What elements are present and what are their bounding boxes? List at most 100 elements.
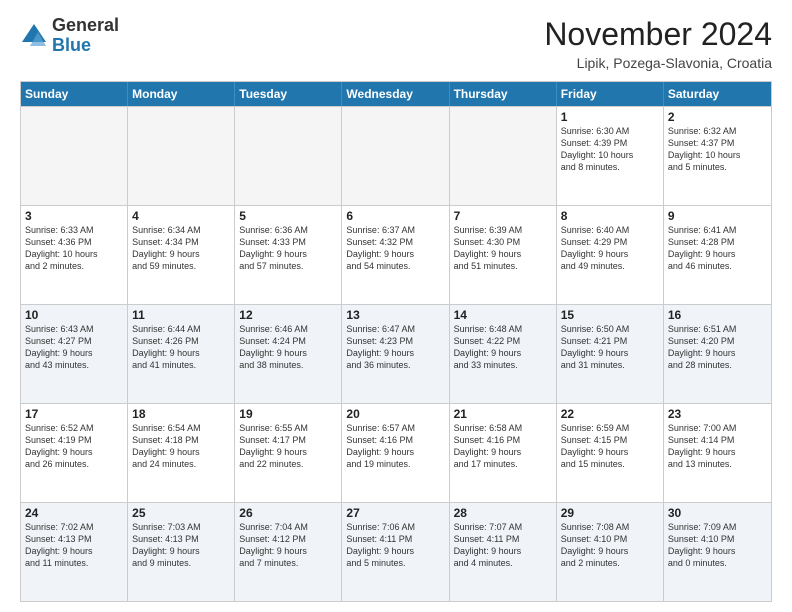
day-info: Sunrise: 6:44 AM Sunset: 4:26 PM Dayligh… <box>132 323 230 372</box>
logo-icon <box>20 22 48 50</box>
calendar-cell: 2Sunrise: 6:32 AM Sunset: 4:37 PM Daylig… <box>664 107 771 205</box>
day-number: 21 <box>454 407 552 421</box>
calendar-cell: 16Sunrise: 6:51 AM Sunset: 4:20 PM Dayli… <box>664 305 771 403</box>
calendar-cell: 29Sunrise: 7:08 AM Sunset: 4:10 PM Dayli… <box>557 503 664 601</box>
calendar-cell: 6Sunrise: 6:37 AM Sunset: 4:32 PM Daylig… <box>342 206 449 304</box>
day-info: Sunrise: 6:41 AM Sunset: 4:28 PM Dayligh… <box>668 224 767 273</box>
calendar-cell: 12Sunrise: 6:46 AM Sunset: 4:24 PM Dayli… <box>235 305 342 403</box>
calendar-cell <box>450 107 557 205</box>
logo-general: General <box>52 15 119 35</box>
calendar-cell: 1Sunrise: 6:30 AM Sunset: 4:39 PM Daylig… <box>557 107 664 205</box>
day-info: Sunrise: 6:33 AM Sunset: 4:36 PM Dayligh… <box>25 224 123 273</box>
page: General Blue November 2024 Lipik, Pozega… <box>0 0 792 612</box>
day-number: 15 <box>561 308 659 322</box>
day-info: Sunrise: 6:46 AM Sunset: 4:24 PM Dayligh… <box>239 323 337 372</box>
day-info: Sunrise: 6:55 AM Sunset: 4:17 PM Dayligh… <box>239 422 337 471</box>
day-info: Sunrise: 6:39 AM Sunset: 4:30 PM Dayligh… <box>454 224 552 273</box>
calendar-header-tuesday: Tuesday <box>235 82 342 106</box>
day-number: 9 <box>668 209 767 223</box>
calendar-cell: 10Sunrise: 6:43 AM Sunset: 4:27 PM Dayli… <box>21 305 128 403</box>
calendar-cell <box>235 107 342 205</box>
day-info: Sunrise: 6:37 AM Sunset: 4:32 PM Dayligh… <box>346 224 444 273</box>
day-number: 27 <box>346 506 444 520</box>
calendar-cell <box>342 107 449 205</box>
calendar-row-4: 24Sunrise: 7:02 AM Sunset: 4:13 PM Dayli… <box>21 502 771 601</box>
day-number: 30 <box>668 506 767 520</box>
day-info: Sunrise: 6:30 AM Sunset: 4:39 PM Dayligh… <box>561 125 659 174</box>
day-info: Sunrise: 6:48 AM Sunset: 4:22 PM Dayligh… <box>454 323 552 372</box>
day-number: 18 <box>132 407 230 421</box>
calendar-row-1: 3Sunrise: 6:33 AM Sunset: 4:36 PM Daylig… <box>21 205 771 304</box>
day-number: 4 <box>132 209 230 223</box>
calendar-body: 1Sunrise: 6:30 AM Sunset: 4:39 PM Daylig… <box>21 106 771 601</box>
day-number: 1 <box>561 110 659 124</box>
calendar-cell: 17Sunrise: 6:52 AM Sunset: 4:19 PM Dayli… <box>21 404 128 502</box>
day-info: Sunrise: 6:54 AM Sunset: 4:18 PM Dayligh… <box>132 422 230 471</box>
calendar-cell: 14Sunrise: 6:48 AM Sunset: 4:22 PM Dayli… <box>450 305 557 403</box>
calendar-header-wednesday: Wednesday <box>342 82 449 106</box>
calendar-cell: 26Sunrise: 7:04 AM Sunset: 4:12 PM Dayli… <box>235 503 342 601</box>
logo: General Blue <box>20 16 119 56</box>
calendar-header-saturday: Saturday <box>664 82 771 106</box>
calendar-cell: 21Sunrise: 6:58 AM Sunset: 4:16 PM Dayli… <box>450 404 557 502</box>
day-number: 5 <box>239 209 337 223</box>
location: Lipik, Pozega-Slavonia, Croatia <box>544 55 772 71</box>
calendar-cell: 19Sunrise: 6:55 AM Sunset: 4:17 PM Dayli… <box>235 404 342 502</box>
day-info: Sunrise: 6:51 AM Sunset: 4:20 PM Dayligh… <box>668 323 767 372</box>
calendar-cell: 4Sunrise: 6:34 AM Sunset: 4:34 PM Daylig… <box>128 206 235 304</box>
day-info: Sunrise: 6:58 AM Sunset: 4:16 PM Dayligh… <box>454 422 552 471</box>
calendar-cell: 27Sunrise: 7:06 AM Sunset: 4:11 PM Dayli… <box>342 503 449 601</box>
calendar-row-3: 17Sunrise: 6:52 AM Sunset: 4:19 PM Dayli… <box>21 403 771 502</box>
calendar-cell <box>128 107 235 205</box>
day-number: 8 <box>561 209 659 223</box>
day-info: Sunrise: 7:02 AM Sunset: 4:13 PM Dayligh… <box>25 521 123 570</box>
calendar-cell <box>21 107 128 205</box>
day-number: 16 <box>668 308 767 322</box>
header: General Blue November 2024 Lipik, Pozega… <box>20 16 772 71</box>
day-info: Sunrise: 7:00 AM Sunset: 4:14 PM Dayligh… <box>668 422 767 471</box>
day-info: Sunrise: 6:52 AM Sunset: 4:19 PM Dayligh… <box>25 422 123 471</box>
day-number: 3 <box>25 209 123 223</box>
day-info: Sunrise: 6:40 AM Sunset: 4:29 PM Dayligh… <box>561 224 659 273</box>
day-number: 23 <box>668 407 767 421</box>
day-info: Sunrise: 6:57 AM Sunset: 4:16 PM Dayligh… <box>346 422 444 471</box>
day-info: Sunrise: 6:50 AM Sunset: 4:21 PM Dayligh… <box>561 323 659 372</box>
day-number: 24 <box>25 506 123 520</box>
day-number: 14 <box>454 308 552 322</box>
day-number: 22 <box>561 407 659 421</box>
day-info: Sunrise: 6:32 AM Sunset: 4:37 PM Dayligh… <box>668 125 767 174</box>
day-info: Sunrise: 7:04 AM Sunset: 4:12 PM Dayligh… <box>239 521 337 570</box>
calendar-cell: 28Sunrise: 7:07 AM Sunset: 4:11 PM Dayli… <box>450 503 557 601</box>
title-block: November 2024 Lipik, Pozega-Slavonia, Cr… <box>544 16 772 71</box>
calendar-header-thursday: Thursday <box>450 82 557 106</box>
calendar-cell: 22Sunrise: 6:59 AM Sunset: 4:15 PM Dayli… <box>557 404 664 502</box>
calendar-cell: 13Sunrise: 6:47 AM Sunset: 4:23 PM Dayli… <box>342 305 449 403</box>
logo-blue: Blue <box>52 35 91 55</box>
day-info: Sunrise: 7:03 AM Sunset: 4:13 PM Dayligh… <box>132 521 230 570</box>
day-number: 25 <box>132 506 230 520</box>
day-number: 28 <box>454 506 552 520</box>
day-number: 10 <box>25 308 123 322</box>
calendar-cell: 15Sunrise: 6:50 AM Sunset: 4:21 PM Dayli… <box>557 305 664 403</box>
calendar-cell: 11Sunrise: 6:44 AM Sunset: 4:26 PM Dayli… <box>128 305 235 403</box>
calendar-header-monday: Monday <box>128 82 235 106</box>
calendar-row-2: 10Sunrise: 6:43 AM Sunset: 4:27 PM Dayli… <box>21 304 771 403</box>
day-info: Sunrise: 7:09 AM Sunset: 4:10 PM Dayligh… <box>668 521 767 570</box>
calendar-row-0: 1Sunrise: 6:30 AM Sunset: 4:39 PM Daylig… <box>21 106 771 205</box>
day-info: Sunrise: 7:08 AM Sunset: 4:10 PM Dayligh… <box>561 521 659 570</box>
calendar-header-sunday: Sunday <box>21 82 128 106</box>
day-info: Sunrise: 7:06 AM Sunset: 4:11 PM Dayligh… <box>346 521 444 570</box>
day-info: Sunrise: 6:47 AM Sunset: 4:23 PM Dayligh… <box>346 323 444 372</box>
day-info: Sunrise: 6:34 AM Sunset: 4:34 PM Dayligh… <box>132 224 230 273</box>
day-number: 6 <box>346 209 444 223</box>
day-number: 19 <box>239 407 337 421</box>
day-info: Sunrise: 6:43 AM Sunset: 4:27 PM Dayligh… <box>25 323 123 372</box>
day-info: Sunrise: 6:36 AM Sunset: 4:33 PM Dayligh… <box>239 224 337 273</box>
calendar-cell: 3Sunrise: 6:33 AM Sunset: 4:36 PM Daylig… <box>21 206 128 304</box>
calendar-cell: 5Sunrise: 6:36 AM Sunset: 4:33 PM Daylig… <box>235 206 342 304</box>
calendar-header-friday: Friday <box>557 82 664 106</box>
calendar-cell: 30Sunrise: 7:09 AM Sunset: 4:10 PM Dayli… <box>664 503 771 601</box>
calendar-cell: 25Sunrise: 7:03 AM Sunset: 4:13 PM Dayli… <box>128 503 235 601</box>
calendar-cell: 24Sunrise: 7:02 AM Sunset: 4:13 PM Dayli… <box>21 503 128 601</box>
day-info: Sunrise: 7:07 AM Sunset: 4:11 PM Dayligh… <box>454 521 552 570</box>
